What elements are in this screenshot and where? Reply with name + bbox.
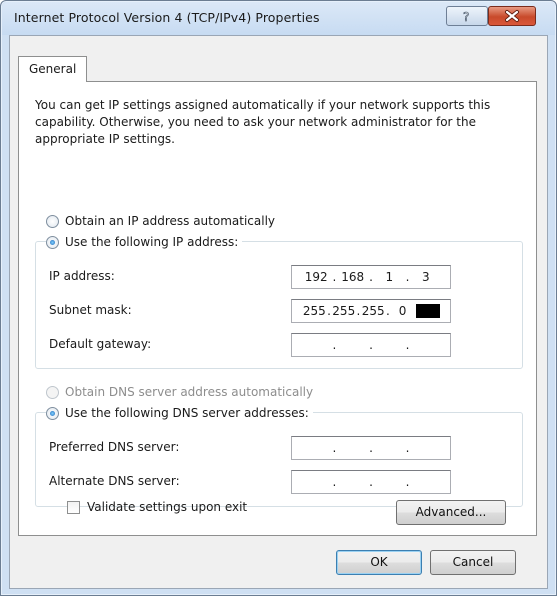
octet: 192 <box>304 270 328 284</box>
radio-dns-auto-label: Obtain DNS server address automatically <box>65 385 314 399</box>
dialog-client-area: General You can get IP settings assigned… <box>9 35 548 589</box>
default-gateway-label: Default gateway: <box>49 337 152 351</box>
ip-address-field[interactable]: 192. 168. 1. 3 <box>291 265 451 289</box>
default-gateway-field[interactable]: . . . <box>291 333 451 357</box>
octet: 255 <box>361 304 385 318</box>
octet: 255 <box>302 304 326 318</box>
radio-ip-auto-row[interactable]: Obtain an IP address automatically <box>46 212 275 230</box>
octet: 3 <box>422 270 430 284</box>
radio-dns-manual-label: Use the following DNS server addresses: <box>65 406 309 420</box>
radio-ip-manual-label: Use the following IP address: <box>65 235 239 249</box>
ok-button[interactable]: OK <box>336 550 422 575</box>
validate-checkbox[interactable] <box>67 500 80 514</box>
cancel-button[interactable]: Cancel <box>430 550 516 575</box>
tab-panel-general: You can get IP settings assigned automat… <box>18 81 537 536</box>
octet: 1 <box>385 270 394 284</box>
alternate-dns-field[interactable]: . . . <box>291 470 451 494</box>
validate-label: Validate settings upon exit <box>87 500 248 514</box>
ip-address-label: IP address: <box>49 269 115 283</box>
text-caret <box>415 304 440 319</box>
radio-dns-auto[interactable] <box>46 385 59 399</box>
svg-text:?: ? <box>463 10 469 24</box>
octet: 168 <box>341 270 365 284</box>
close-icon <box>505 10 519 22</box>
radio-dns-auto-row[interactable]: Obtain DNS server address automatically <box>46 383 313 401</box>
advanced-button[interactable]: Advanced... <box>396 500 506 525</box>
help-button[interactable]: ? <box>446 6 488 26</box>
title-bar[interactable]: Internet Protocol Version 4 (TCP/IPv4) P… <box>2 2 555 35</box>
close-button[interactable] <box>488 6 536 26</box>
preferred-dns-label: Preferred DNS server: <box>49 440 180 454</box>
octet: 255 <box>332 304 356 318</box>
intro-text: You can get IP settings assigned automat… <box>35 98 491 146</box>
dialog-window: Internet Protocol Version 4 (TCP/IPv4) P… <box>0 0 557 596</box>
window-title: Internet Protocol Version 4 (TCP/IPv4) P… <box>14 10 320 25</box>
radio-dns-manual[interactable] <box>46 406 59 420</box>
octet: 0 <box>398 303 407 318</box>
subnet-mask-label: Subnet mask: <box>49 303 132 317</box>
radio-ip-manual[interactable] <box>46 235 59 249</box>
subnet-mask-field[interactable]: 255. 255. 255. 0 <box>291 299 451 323</box>
preferred-dns-field[interactable]: . . . <box>291 436 451 460</box>
radio-ip-manual-row[interactable]: Use the following IP address: <box>46 233 243 251</box>
help-icon: ? <box>463 10 470 25</box>
radio-dns-manual-row[interactable]: Use the following DNS server addresses: <box>46 404 313 422</box>
radio-ip-auto[interactable] <box>46 214 59 228</box>
radio-ip-auto-label: Obtain an IP address automatically <box>65 214 276 228</box>
alternate-dns-label: Alternate DNS server: <box>49 474 180 488</box>
tab-general[interactable]: General <box>18 56 88 82</box>
validate-row[interactable]: Validate settings upon exit <box>67 500 247 514</box>
